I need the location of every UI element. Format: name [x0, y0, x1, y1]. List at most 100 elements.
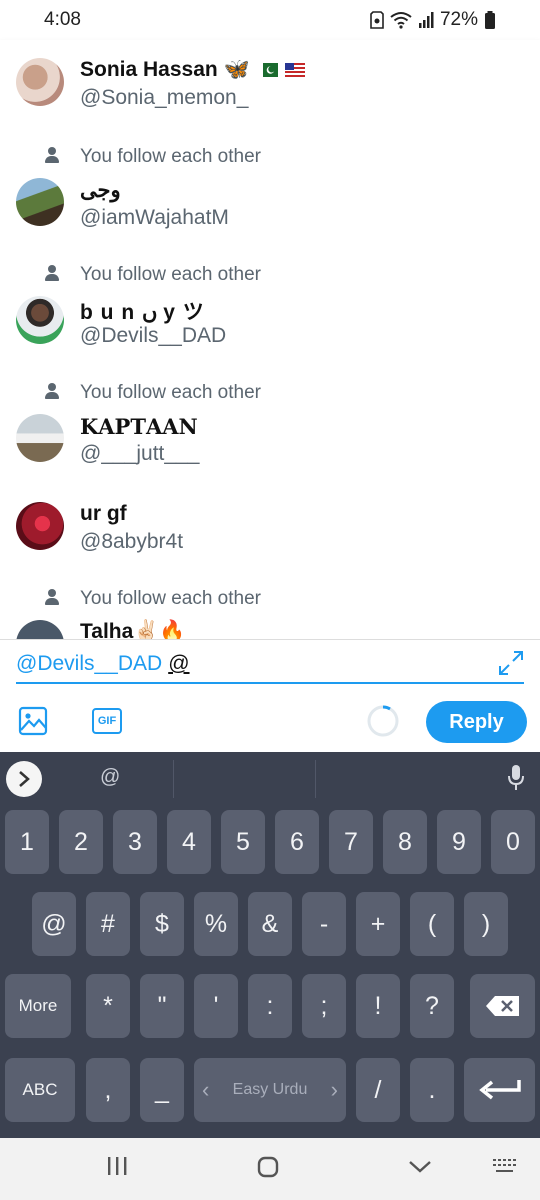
- key-6[interactable]: 6: [275, 810, 319, 874]
- key-percent[interactable]: %: [194, 892, 238, 956]
- user-name: 𝐊𝐀𝐏𝐓𝐀𝐀𝐍: [80, 414, 198, 439]
- navigation-bar: [0, 1138, 540, 1200]
- key-hash[interactable]: #: [86, 892, 130, 956]
- expand-toolbar-button[interactable]: [6, 761, 42, 797]
- key-asterisk[interactable]: *: [86, 974, 130, 1038]
- key-4[interactable]: 4: [167, 810, 211, 874]
- expand-icon[interactable]: [496, 648, 526, 678]
- divider: [173, 760, 174, 798]
- key-apostrophe[interactable]: ': [194, 974, 238, 1038]
- user-handle: @iamWajahatM: [80, 206, 229, 229]
- enter-key[interactable]: [464, 1058, 535, 1122]
- follow-context: You follow each other: [44, 146, 261, 168]
- key-3[interactable]: 3: [113, 810, 157, 874]
- battery-icon: [485, 11, 495, 29]
- key-at[interactable]: @: [32, 892, 76, 956]
- chevron-right-icon: ›: [330, 1077, 338, 1102]
- status-time: 4:08: [44, 9, 81, 30]
- keyboard-toolbar: @: [0, 752, 540, 804]
- user-name: Talha✌🏻🔥: [80, 620, 186, 640]
- key-8[interactable]: 8: [383, 810, 427, 874]
- key-colon[interactable]: :: [248, 974, 292, 1038]
- chevron-right-icon: [19, 771, 30, 787]
- user-handle: @Devils__DAD: [80, 324, 227, 347]
- reply-button[interactable]: Reply: [426, 701, 527, 743]
- person-icon: [44, 383, 66, 403]
- suggestion-item[interactable]: Sonia Hassan 🦋 @Sonia_memon_: [0, 48, 540, 148]
- follow-context: You follow each other: [44, 264, 261, 286]
- microphone-icon[interactable]: [506, 764, 526, 792]
- key-2[interactable]: 2: [59, 810, 103, 874]
- key-quote[interactable]: ": [140, 974, 184, 1038]
- recent-apps-icon[interactable]: [106, 1156, 128, 1176]
- key-close-paren[interactable]: ): [464, 892, 508, 956]
- suggestion-item[interactable]: You follow each other 𝐊𝐀𝐏𝐓𝐀𝐀𝐍 @___jutt__…: [0, 378, 540, 496]
- home-icon[interactable]: [257, 1156, 279, 1178]
- key-abc[interactable]: ABC: [5, 1058, 75, 1122]
- reply-text-input[interactable]: @Devils__DAD @: [16, 652, 190, 676]
- user-handle: @___jutt___: [80, 442, 200, 465]
- key-exclamation[interactable]: !: [356, 974, 400, 1038]
- space-language-label: Easy Urdu: [232, 1081, 308, 1098]
- key-0[interactable]: 0: [491, 810, 535, 874]
- key-slash[interactable]: /: [356, 1058, 400, 1122]
- mention-suggestions: Sonia Hassan 🦋 @Sonia_memon_ You follow …: [0, 40, 540, 640]
- status-bar: 4:08 72%: [0, 0, 540, 40]
- avatar: [16, 502, 64, 550]
- battery-percent: 72%: [439, 9, 478, 30]
- key-7[interactable]: 7: [329, 810, 373, 874]
- user-name: وجی: [80, 179, 121, 202]
- person-icon: [44, 265, 66, 285]
- key-underscore[interactable]: _: [140, 1058, 184, 1122]
- keyboard-switch-icon[interactable]: [492, 1158, 518, 1176]
- user-handle: @8abybr4t: [80, 530, 184, 553]
- key-1[interactable]: 1: [5, 810, 49, 874]
- key-plus[interactable]: +: [356, 892, 400, 956]
- key-open-paren[interactable]: (: [410, 892, 454, 956]
- person-icon: [44, 589, 66, 609]
- key-ampersand[interactable]: &: [248, 892, 292, 956]
- key-comma[interactable]: ,: [86, 1058, 130, 1122]
- input-underline: [16, 682, 524, 684]
- avatar: [16, 414, 64, 462]
- suggestion-item[interactable]: You follow each other Talha✌🏻🔥: [0, 584, 540, 640]
- avatar: [16, 178, 64, 226]
- key-semicolon[interactable]: ;: [302, 974, 346, 1038]
- key-more[interactable]: More: [5, 974, 71, 1038]
- key-5[interactable]: 5: [221, 810, 265, 874]
- reply-compose: @Devils__DAD @ GIF Reply: [0, 640, 540, 752]
- key-period[interactable]: .: [410, 1058, 454, 1122]
- pakistan-flag-icon: [257, 63, 278, 78]
- back-down-icon[interactable]: [408, 1160, 432, 1174]
- avatar: [16, 58, 64, 106]
- suggestion-item[interactable]: You follow each other b u n ں y ツ @Devil…: [0, 260, 540, 378]
- suggestion-item[interactable]: You follow each other وجی @iamWajahatM: [0, 142, 540, 260]
- sd-card-icon: [370, 11, 384, 29]
- key-minus[interactable]: -: [302, 892, 346, 956]
- key-9[interactable]: 9: [437, 810, 481, 874]
- follow-context: You follow each other: [44, 588, 261, 610]
- backspace-key[interactable]: [470, 974, 535, 1038]
- avatar: [16, 620, 64, 639]
- gif-button[interactable]: GIF: [92, 708, 122, 734]
- follow-context: You follow each other: [44, 382, 261, 404]
- keyboard-suggestion[interactable]: @: [100, 766, 120, 789]
- image-icon[interactable]: [18, 706, 48, 736]
- mention-text: @Devils__DAD: [16, 652, 163, 675]
- person-icon: [44, 147, 66, 167]
- keyboard: @ 1 2 3 4 5 6 7 8 9 0 @ # $ % & - + ( ) …: [0, 752, 540, 1138]
- chevron-left-icon: ‹: [202, 1077, 210, 1102]
- user-name: Sonia Hassan 🦋: [80, 58, 306, 82]
- user-handle: @Sonia_memon_: [80, 86, 249, 109]
- key-question[interactable]: ?: [410, 974, 454, 1038]
- avatar: [16, 296, 64, 344]
- suggestion-item[interactable]: ur gf @8abybr4t: [0, 496, 540, 580]
- key-dollar[interactable]: $: [140, 892, 184, 956]
- divider: [315, 760, 316, 798]
- backspace-icon: [485, 996, 519, 1016]
- wifi-icon: [390, 12, 412, 29]
- user-name: ur gf: [80, 502, 127, 525]
- signal-icon: [418, 12, 434, 28]
- user-name: b u n ں y ツ: [80, 301, 205, 324]
- space-bar[interactable]: ‹ Easy Urdu ›: [194, 1058, 346, 1122]
